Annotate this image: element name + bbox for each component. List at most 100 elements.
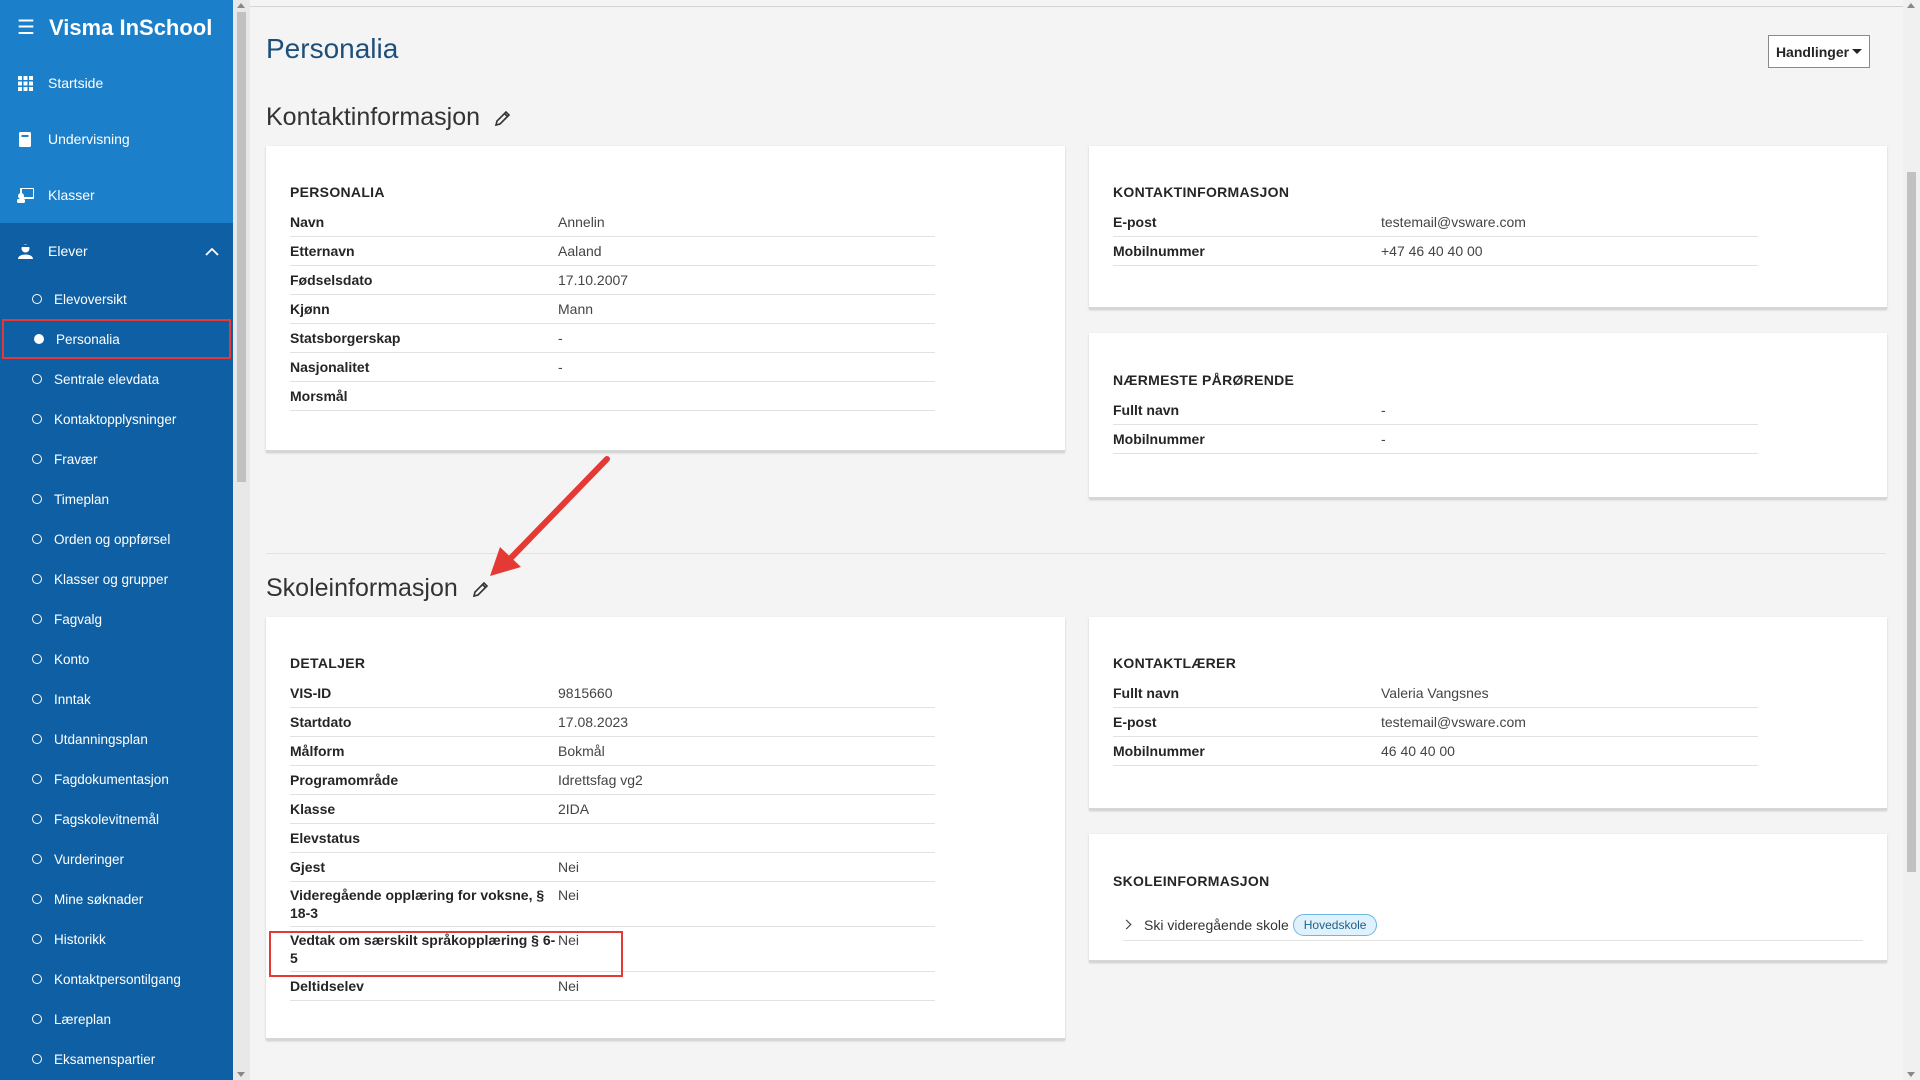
sidebar-subitem-eksamenspartier[interactable]: Eksamenspartier <box>0 1039 233 1079</box>
info-row: Mobilnummer 46 40 40 00 <box>1113 737 1758 766</box>
sidebar-subitem-timeplan[interactable]: Timeplan <box>0 479 233 519</box>
page-scrollbar[interactable] <box>1903 0 1920 1080</box>
row-key: Nasjonalitet <box>290 359 370 375</box>
sidebar-subitem-fagdokumentasjon[interactable]: Fagdokumentasjon <box>0 759 233 799</box>
card-heading: KONTAKTINFORMASJON <box>1113 184 1290 200</box>
info-row: Elevstatus <box>290 824 935 853</box>
info-row: Startdato 17.08.2023 <box>290 708 935 737</box>
card-naermeste-parorende: NÆRMESTE PÅRØRENDE Fullt navn - Mobilnumme… <box>1089 333 1887 499</box>
book-icon <box>16 130 34 148</box>
sidebar-subitem-orden-og-oppførsel[interactable]: Orden og oppførsel <box>0 519 233 559</box>
sidebar-subitem-kontaktpersontilgang[interactable]: Kontaktpersontilgang <box>0 959 233 999</box>
info-row: Fullt navn - <box>1113 396 1758 425</box>
page-scroll-thumb[interactable] <box>1907 172 1916 872</box>
scroll-up-arrow-icon[interactable] <box>237 3 245 8</box>
section-title-kontakt: Kontaktinformasjon <box>266 103 512 132</box>
row-value: Nei <box>558 887 580 903</box>
sidebar-subitem-mine-søknader[interactable]: Mine søknader <box>0 879 233 919</box>
sidebar-subitem-fagvalg[interactable]: Fagvalg <box>0 599 233 639</box>
sidebar-scrollbar[interactable] <box>233 0 250 1080</box>
sidebar-subitem-label: Fagdokumentasjon <box>54 771 169 787</box>
chevron-right-icon[interactable] <box>1121 919 1132 930</box>
sidebar-subitem-label: Sentrale elevdata <box>54 371 160 387</box>
row-value: Mann <box>558 301 594 317</box>
sidebar: ☰ Visma InSchool Startside Undervisning … <box>0 0 233 1080</box>
info-row: Nasjonalitet - <box>290 353 935 382</box>
edit-pencil-icon[interactable] <box>472 580 490 598</box>
circle-icon <box>32 614 42 624</box>
school-row[interactable]: Ski videregående skole Hovedskole <box>1121 909 1863 941</box>
annotation-highlight-box <box>269 931 623 977</box>
app-brand[interactable]: ☰ Visma InSchool <box>0 0 233 55</box>
sidebar-subitem-historikk[interactable]: Historikk <box>0 919 233 959</box>
row-value: - <box>1381 431 1386 447</box>
section-divider <box>266 553 1886 554</box>
circle-icon <box>32 854 42 864</box>
sidebar-subitem-inntak[interactable]: Inntak <box>0 679 233 719</box>
row-key: Klasse <box>290 801 336 817</box>
sidebar-group-elever: Elever Elevoversikt Personalia Sentrale el… <box>0 223 233 1080</box>
personalia-list: Navn Annelin Etternavn Aaland Fødselsdato 17.… <box>290 208 935 411</box>
sidebar-item-startside[interactable]: Startside <box>0 55 233 111</box>
info-row: Navn Annelin <box>290 208 935 237</box>
chevron-up-icon[interactable] <box>205 247 219 256</box>
actions-dropdown-button[interactable]: Handlinger <box>1768 35 1870 68</box>
sidebar-subitem-vurderinger[interactable]: Vurderinger <box>0 839 233 879</box>
sidebar-subitem-sentrale-elevdata[interactable]: Sentrale elevdata <box>0 359 233 399</box>
scroll-up-arrow-icon[interactable] <box>1907 3 1915 8</box>
row-value: testemail@vsware.com <box>1381 214 1526 230</box>
info-row: Fødselsdato 17.10.2007 <box>290 266 935 295</box>
row-value: Idrettsfag vg2 <box>558 772 643 788</box>
row-key: Fullt navn <box>1113 402 1180 418</box>
row-value: testemail@vsware.com <box>1381 714 1526 730</box>
row-value: 17.08.2023 <box>558 714 629 730</box>
sidebar-item-label: Undervisning <box>48 131 130 147</box>
sidebar-subitem-label: Læreplan <box>54 1011 112 1027</box>
scroll-down-arrow-icon[interactable] <box>1907 1072 1915 1077</box>
sidebar-subitem-fravær[interactable]: Fravær <box>0 439 233 479</box>
scroll-down-arrow-icon[interactable] <box>237 1072 245 1077</box>
section-title-text: Kontaktinformasjon <box>266 103 481 131</box>
info-row: Mobilnummer +47 46 40 40 00 <box>1113 237 1758 266</box>
actions-label: Handlinger <box>1775 43 1850 60</box>
sidebar-subitem-label: Elevoversikt <box>54 291 127 307</box>
sidebar-subitem-læreplan[interactable]: Læreplan <box>0 999 233 1039</box>
circle-icon <box>32 574 42 584</box>
row-value: - <box>558 330 563 346</box>
circle-icon <box>32 974 42 984</box>
circle-icon <box>32 934 42 944</box>
school-name: Ski videregående skole <box>1144 916 1289 933</box>
row-key: Fullt navn <box>1113 685 1180 701</box>
sidebar-item-klasser[interactable]: Klasser <box>0 167 233 223</box>
row-key: Morsmål <box>290 388 348 404</box>
hovedskole-badge: Hovedskole <box>1292 913 1378 936</box>
sidebar-subitem-klasser-og-grupper[interactable]: Klasser og grupper <box>0 559 233 599</box>
sidebar-subitem-kontaktopplysninger[interactable]: Kontaktopplysninger <box>0 399 233 439</box>
card-heading: NÆRMESTE PÅRØRENDE <box>1113 372 1295 388</box>
menu-icon[interactable]: ☰ <box>17 15 35 40</box>
info-row: Videregående opplæring for voksne, § 18-… <box>290 882 935 927</box>
sidebar-subitem-konto[interactable]: Konto <box>0 639 233 679</box>
info-row: Gjest Nei <box>290 853 935 882</box>
row-value: 2IDA <box>558 801 590 817</box>
sidebar-subitem-label: Fagskolevitnemål <box>54 811 160 827</box>
info-row: Programområde Idrettsfag vg2 <box>290 766 935 795</box>
sidebar-subitem-elevoversikt[interactable]: Elevoversikt <box>0 279 233 319</box>
sidebar-item-elever[interactable]: Elever <box>0 223 233 279</box>
sidebar-subitem-utdanningsplan[interactable]: Utdanningsplan <box>0 719 233 759</box>
edit-pencil-icon[interactable] <box>494 109 512 127</box>
card-heading: PERSONALIA <box>290 184 385 200</box>
circle-icon <box>32 894 42 904</box>
sidebar-scroll-thumb[interactable] <box>237 12 246 482</box>
info-row: Mobilnummer - <box>1113 425 1758 454</box>
sidebar-subitem-personalia[interactable]: Personalia <box>2 319 231 359</box>
circle-icon <box>32 454 42 464</box>
caret-down-icon <box>1852 49 1863 54</box>
sidebar-item-undervisning[interactable]: Undervisning <box>0 111 233 167</box>
circle-icon <box>32 534 42 544</box>
row-key: Statsborgerskap <box>290 330 401 346</box>
sidebar-subitem-fagskolevitnemål[interactable]: Fagskolevitnemål <box>0 799 233 839</box>
row-key: Målform <box>290 743 345 759</box>
row-value: 17.10.2007 <box>558 272 629 288</box>
circle-icon <box>32 374 42 384</box>
